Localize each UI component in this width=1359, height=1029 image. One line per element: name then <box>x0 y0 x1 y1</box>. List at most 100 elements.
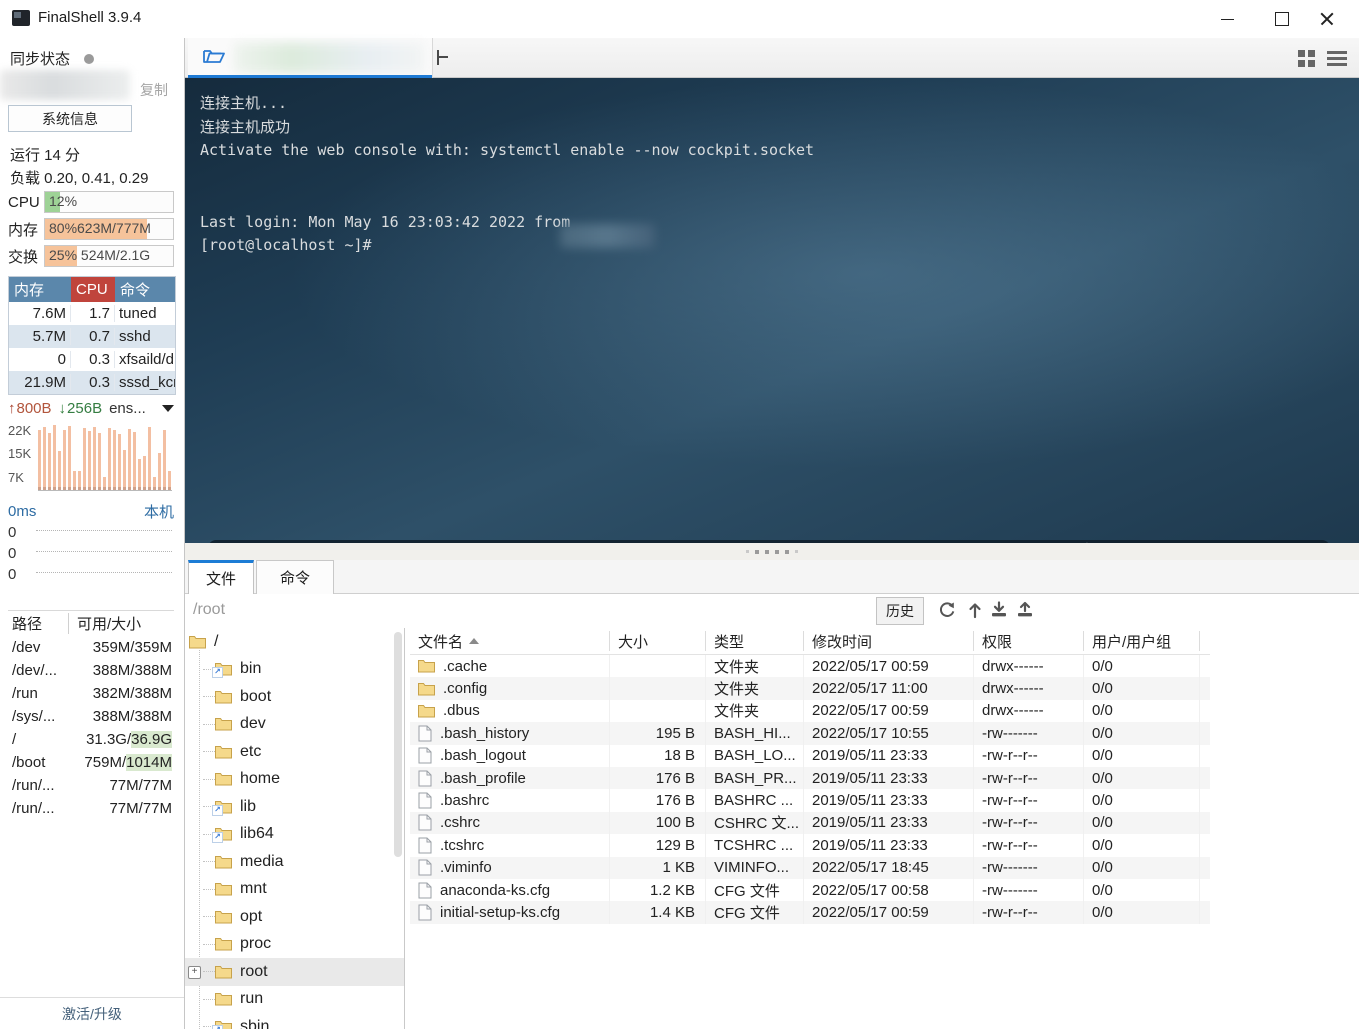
parent-dir-icon[interactable] <box>963 598 987 622</box>
file-row[interactable]: anaconda-ks.cfg1.2 KBCFG 文件2022/05/17 00… <box>410 879 1210 901</box>
upload-rate: 800B <box>17 400 52 417</box>
network-bar <box>48 433 51 490</box>
file-owner-cell: 0/0 <box>1084 834 1200 856</box>
new-tab-button[interactable] <box>435 50 451 66</box>
session-tab[interactable] <box>188 38 433 78</box>
tree-item-dev[interactable]: dev <box>185 711 404 739</box>
file-name: .dbus <box>443 702 480 719</box>
file-row[interactable]: .cshrc100 BCSHRC 文...2019/05/11 23:33-rw… <box>410 812 1210 834</box>
path-history-button[interactable]: 历史 <box>876 597 924 625</box>
file-row[interactable]: .config文件夹2022/05/17 11:00drwx------0/0 <box>410 677 1210 699</box>
disk-path: /sys/... <box>8 708 68 725</box>
tree-item-label: run <box>240 990 263 1008</box>
file-row[interactable]: .tcshrc129 BTCSHRC ...2019/05/11 23:33-r… <box>410 834 1210 856</box>
upload-file-icon[interactable] <box>1013 598 1037 622</box>
file-header-0[interactable]: 文件名 <box>410 631 610 651</box>
disk-path: /dev <box>8 639 68 656</box>
symlink-arrow-icon: ↗ <box>212 832 223 843</box>
tree-item-lib64[interactable]: ↗ lib64 <box>185 821 404 849</box>
file-table-header: 文件名大小类型修改时间权限用户/用户组 <box>410 628 1210 655</box>
tree-item-sbin[interactable]: ↗sbin <box>185 1013 404 1029</box>
tree-item-root[interactable]: +root <box>185 958 404 986</box>
file-name-cell: .dbus <box>410 700 610 722</box>
refresh-icon[interactable] <box>935 598 959 622</box>
file-perm-cell: drwx------ <box>974 655 1084 677</box>
file-type-cell: BASHRC ... <box>706 789 804 811</box>
folder-icon <box>215 992 232 1006</box>
finalshell-window: FinalShell 3.9.4 同步状态 复制 系统信息 运行 14 分 负载… <box>0 0 1359 1029</box>
file-header-3[interactable]: 修改时间 <box>804 631 974 651</box>
process-mem: 21.9M <box>9 374 71 391</box>
minimize-button[interactable] <box>1205 6 1249 32</box>
process-row[interactable]: 21.9M0.3sssd_kcm <box>9 371 175 394</box>
close-button[interactable] <box>1305 6 1349 32</box>
file-header-5[interactable]: 用户/用户组 <box>1084 631 1200 651</box>
tree-item-root[interactable]: / <box>185 628 404 656</box>
sync-status: 同步状态 <box>10 48 94 69</box>
copy-button[interactable]: 复制 <box>140 80 168 100</box>
tree-stub <box>203 751 215 752</box>
tree-scrollbar[interactable] <box>394 632 402 857</box>
network-bar <box>98 433 101 490</box>
tree-item-home[interactable]: home <box>185 766 404 794</box>
tree-item-lib[interactable]: ↗lib <box>185 793 404 821</box>
file-type-cell: BASH_HI... <box>706 722 804 744</box>
terminal-screen[interactable]: 连接主机...连接主机成功Activate the web console wi… <box>185 78 1359 543</box>
tree-item-boot[interactable]: boot <box>185 683 404 711</box>
chart-ylabel: 15K <box>8 446 34 461</box>
folder-icon <box>215 882 232 896</box>
file-row[interactable]: .viminfo1 KBVIMINFO...2022/05/17 18:45-r… <box>410 857 1210 879</box>
process-mem: 0 <box>9 351 71 368</box>
panel-splitter[interactable] <box>185 543 1359 560</box>
activate-upgrade-button[interactable]: 激活/升级 <box>0 997 184 1029</box>
file-row[interactable]: .cache文件夹2022/05/17 00:59drwx------0/0 <box>410 655 1210 677</box>
file-name: .tcshrc <box>440 837 484 854</box>
minimize-icon <box>1221 19 1234 20</box>
file-row[interactable]: .dbus文件夹2022/05/17 00:59drwx------0/0 <box>410 700 1210 722</box>
interface-dropdown-icon[interactable] <box>162 405 174 412</box>
sync-status-dot-icon <box>84 54 94 64</box>
disk-usage-highlight: 1014M <box>126 754 172 771</box>
file-row[interactable]: .bash_logout18 BBASH_LO...2019/05/11 23:… <box>410 745 1210 767</box>
file-header-1[interactable]: 大小 <box>610 631 706 651</box>
tree-item-label: lib64 <box>240 825 274 843</box>
tab-files[interactable]: 文件 <box>188 560 254 594</box>
network-header[interactable]: ↑ 800B ↓ 256B ens... <box>8 400 174 417</box>
file-row[interactable]: .bash_history195 BBASH_HI...2022/05/17 1… <box>410 722 1210 744</box>
file-header-4[interactable]: 权限 <box>974 631 1084 651</box>
file-row[interactable]: .bashrc176 BBASHRC ...2019/05/11 23:33-r… <box>410 789 1210 811</box>
process-row[interactable]: 00.3xfsaild/dm <box>9 348 175 371</box>
network-bar <box>63 430 66 490</box>
tree-item-proc[interactable]: proc <box>185 931 404 959</box>
file-name: initial-setup-ks.cfg <box>440 904 560 921</box>
menu-icon[interactable] <box>1327 51 1347 66</box>
file-header-2[interactable]: 类型 <box>706 631 804 651</box>
tree-item-bin[interactable]: ↗bin <box>185 656 404 684</box>
file-mtime-cell: 2022/05/17 00:59 <box>804 700 974 722</box>
tree-item-etc[interactable]: etc <box>185 738 404 766</box>
layout-grid-icon[interactable] <box>1298 50 1315 67</box>
file-name: .bash_history <box>440 725 529 742</box>
file-row[interactable]: .bash_profile176 BBASH_PR...2019/05/11 2… <box>410 767 1210 789</box>
tree-item-media[interactable]: media <box>185 848 404 876</box>
file-mtime-cell: 2022/05/17 00:59 <box>804 901 974 923</box>
file-name-cell: .bashrc <box>410 789 610 811</box>
maximize-button[interactable] <box>1260 6 1304 32</box>
disk-path: /boot <box>8 754 68 771</box>
current-path[interactable]: /root <box>193 601 225 619</box>
process-row[interactable]: 5.7M0.7sshd <box>9 325 175 348</box>
file-size-cell <box>610 677 706 699</box>
process-row[interactable]: 7.6M1.7tuned <box>9 302 175 325</box>
tree-item-opt[interactable]: opt <box>185 903 404 931</box>
file-perm-cell: -rw-r--r-- <box>974 901 1084 923</box>
tree-item-mnt[interactable]: mnt <box>185 876 404 904</box>
system-info-button[interactable]: 系统信息 <box>8 105 132 132</box>
file-row[interactable]: initial-setup-ks.cfg1.4 KBCFG 文件2022/05/… <box>410 901 1210 923</box>
folder-icon: ↗ <box>215 827 232 841</box>
expand-icon[interactable]: + <box>188 966 201 979</box>
tab-commands[interactable]: 命令 <box>256 560 334 594</box>
disk-path: /dev/... <box>8 662 68 679</box>
disk-header-path: 路径 <box>8 613 68 634</box>
tree-item-run[interactable]: run <box>185 986 404 1014</box>
download-file-icon[interactable] <box>987 598 1011 622</box>
